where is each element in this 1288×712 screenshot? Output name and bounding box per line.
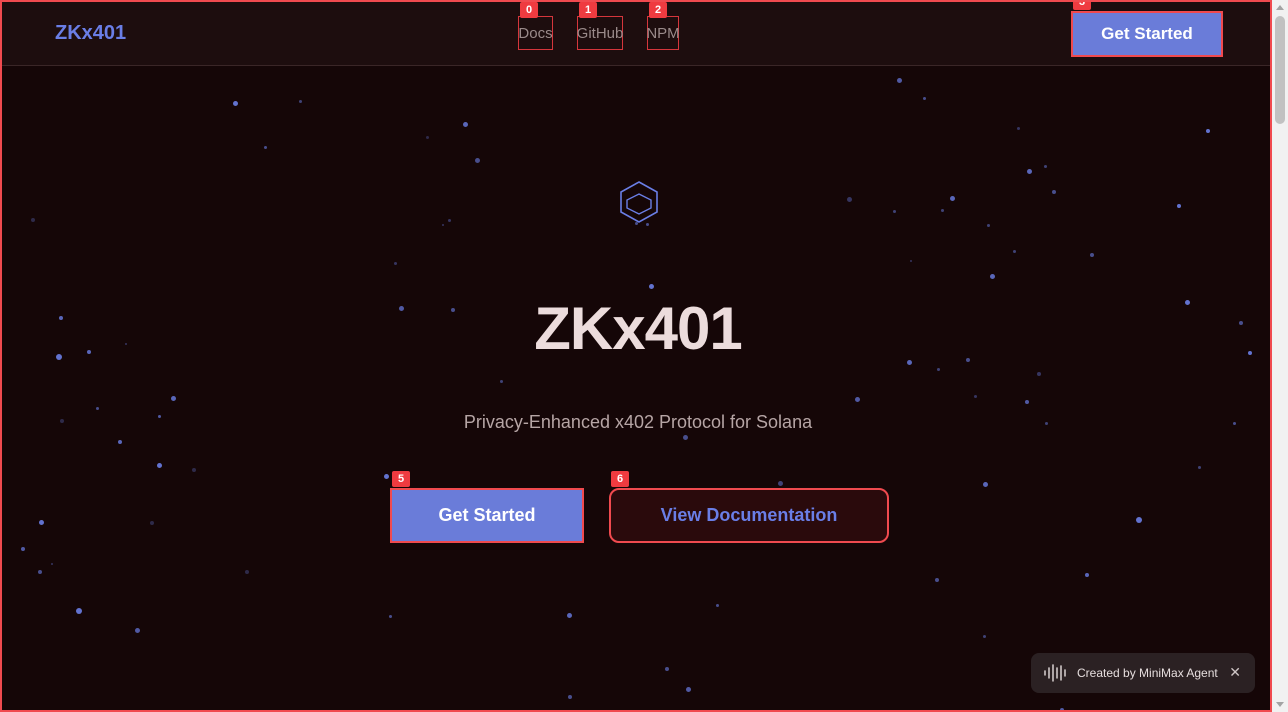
star-dot xyxy=(896,77,902,83)
star-dot xyxy=(566,612,572,618)
star-dot xyxy=(568,695,572,699)
star-dot xyxy=(989,273,995,279)
star-dot xyxy=(922,96,926,100)
star-dot xyxy=(263,145,267,149)
nav-link-github[interactable]: GitHub xyxy=(577,16,623,50)
star-dot xyxy=(665,667,669,671)
nav-link-docs[interactable]: Docs xyxy=(518,16,553,50)
star-dot xyxy=(935,578,939,582)
marker-badge: 6 xyxy=(611,471,629,487)
star-dot xyxy=(1085,573,1089,577)
star-dot xyxy=(1043,164,1047,168)
star-dot xyxy=(393,261,397,265)
star-dot xyxy=(892,209,896,213)
star-dot xyxy=(38,570,42,574)
scroll-down-arrow-icon[interactable] xyxy=(1276,702,1284,707)
star-dot xyxy=(170,395,176,401)
brand-logo[interactable]: ZKx401 xyxy=(55,22,126,45)
star-dot xyxy=(1025,400,1029,404)
star-dot xyxy=(1206,129,1210,133)
star-dot xyxy=(1197,465,1201,469)
hexagon-icon xyxy=(620,181,658,223)
star-dot xyxy=(388,614,392,618)
star-dot xyxy=(936,367,940,371)
close-icon[interactable]: ✕ xyxy=(1229,664,1241,681)
star-dot xyxy=(150,521,154,525)
star-dot xyxy=(1060,708,1064,710)
star-dot xyxy=(1090,253,1094,257)
waveform-icon xyxy=(1044,664,1066,682)
star-dot xyxy=(949,195,955,201)
star-dot xyxy=(232,100,238,106)
page-frame: ZKx401 Docs 0 GitHub 1 NPM 2 Get Started… xyxy=(0,0,1272,712)
view-documentation-button[interactable]: View Documentation xyxy=(609,488,889,543)
star-dot xyxy=(38,519,44,525)
star-dot xyxy=(118,440,122,444)
star-dot xyxy=(973,394,977,398)
star-dot xyxy=(715,603,719,607)
star-dot xyxy=(685,686,691,692)
hero-subtitle: Privacy-Enhanced x402 Protocol for Solan… xyxy=(463,412,813,432)
star-dot xyxy=(298,99,302,103)
star-dot xyxy=(986,223,990,227)
star-dot xyxy=(245,570,249,574)
star-dot xyxy=(682,434,688,440)
marker-badge: 1 xyxy=(579,2,597,18)
star-dot xyxy=(982,634,986,638)
star-dot xyxy=(442,224,444,226)
star-dot xyxy=(1026,168,1032,174)
top-navbar: ZKx401 Docs 0 GitHub 1 NPM 2 Get Started… xyxy=(2,2,1270,66)
star-dot xyxy=(383,473,389,479)
marker-badge: 5 xyxy=(392,471,410,487)
star-dot xyxy=(192,468,196,472)
star-dot xyxy=(21,547,25,551)
star-dot xyxy=(447,218,451,222)
header-get-started-button[interactable]: Get Started xyxy=(1071,11,1223,57)
nav-link-npm[interactable]: NPM xyxy=(646,16,680,50)
star-dot xyxy=(648,283,654,289)
star-dot xyxy=(474,157,480,163)
star-dot xyxy=(51,563,53,565)
created-by-toast: Created by MiniMax Agent ✕ xyxy=(1031,653,1255,693)
toast-text: Created by MiniMax Agent xyxy=(1077,666,1218,680)
star-dot xyxy=(1037,372,1041,376)
star-dot xyxy=(31,218,35,222)
marker-badge: 2 xyxy=(649,2,667,18)
scroll-thumb[interactable] xyxy=(1275,16,1285,124)
star-dot xyxy=(462,121,468,127)
star-dot xyxy=(910,260,912,262)
star-dot xyxy=(940,208,944,212)
star-dot xyxy=(1012,249,1016,253)
star-dot xyxy=(95,406,99,410)
star-dot xyxy=(982,481,988,487)
star-dot xyxy=(76,608,82,614)
page-scrollbar[interactable] xyxy=(1272,0,1288,712)
star-dot xyxy=(1016,126,1020,130)
star-dot xyxy=(499,379,503,383)
star-dot xyxy=(1177,204,1181,208)
star-dot xyxy=(777,480,783,486)
star-dot xyxy=(1136,517,1142,523)
hero-title: ZKx401 xyxy=(534,295,742,362)
star-dot xyxy=(1052,190,1056,194)
star-dot xyxy=(425,135,429,139)
marker-badge: 3 xyxy=(1073,2,1091,10)
marker-badge: 0 xyxy=(520,2,538,18)
scroll-up-arrow-icon[interactable] xyxy=(1276,5,1284,10)
hero-get-started-button[interactable]: Get Started xyxy=(390,488,584,543)
star-dot xyxy=(156,462,162,468)
star-dot xyxy=(854,396,860,402)
star-dot xyxy=(846,196,852,202)
star-dot xyxy=(134,627,140,633)
